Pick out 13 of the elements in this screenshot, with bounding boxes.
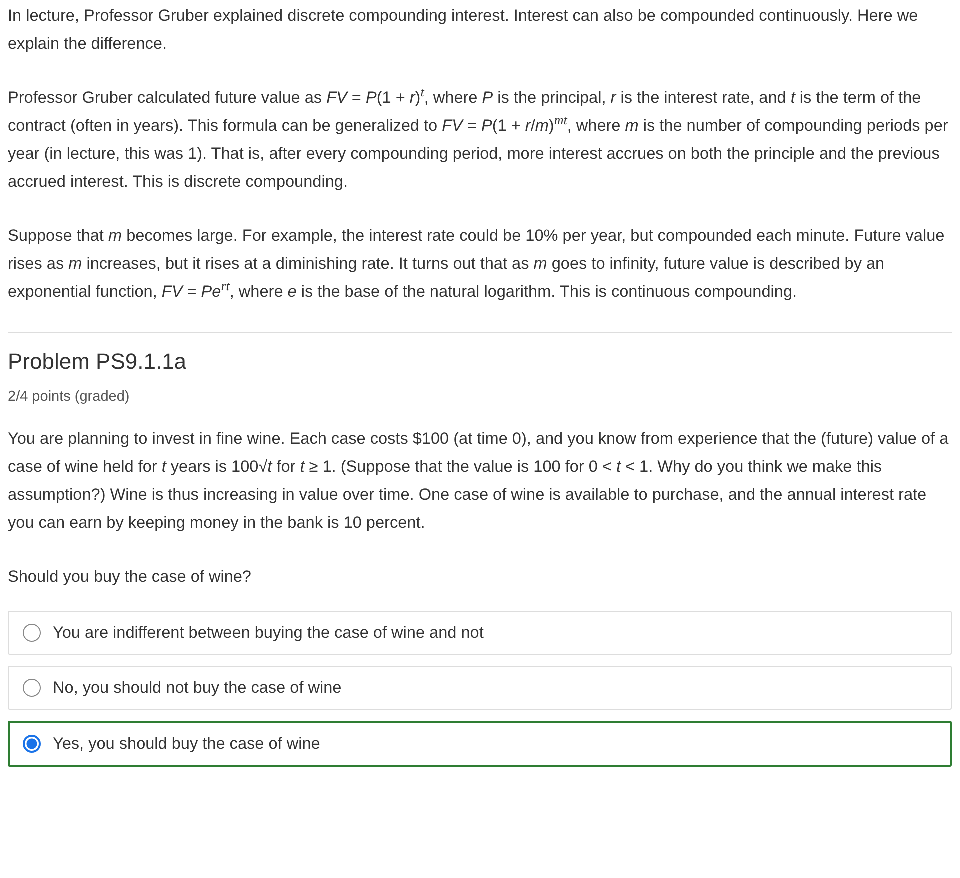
- radio-button[interactable]: [23, 735, 41, 753]
- answer-option[interactable]: You are indifferent between buying the case of wine and not: [8, 611, 952, 655]
- radio-button[interactable]: [23, 679, 41, 697]
- points-label: 2/4 points (graded): [8, 389, 131, 405]
- paragraph: Professor Gruber calculated future value as FV = P(1 + r)$^{t}$, where P is the principal, r is the interest rate, and t is the term of the contract (often in years). This formula can be generalized to FV = P(1 + r/m)$^{mt}$, where m is the number of compounding periods per year (in lecture, this was 1). That is, after every compounding period, more interest accrues on both the principle and the previous accrued interest. This is discrete compounding.: [8, 84, 950, 193]
- paragraph: Suppose that m becomes large. For example, the interest rate could be 10% per year, but compounded each minute. Future value rises as m increases, but it rises at a diminishing rate. It turns out that as m goes to infinity, future value is described by an exponential function, FV = Pe$^{rt}$, where e is the base of the natural logarithm. This is continuous compounding.: [8, 226, 946, 303]
- radio-button[interactable]: [23, 624, 41, 642]
- problem-title: Problem PS9.1.1a: [8, 349, 188, 375]
- paragraph: In lecture, Professor Gruber explained discrete compounding interest. Interest can also be compounded continuously. Here we explain the difference.: [8, 6, 920, 55]
- question-text: Should you buy the case of wine?: [8, 567, 252, 588]
- answer-option[interactable]: Yes, you should buy the case of wine: [8, 721, 952, 767]
- answer-option[interactable]: No, you should not buy the case of wine: [8, 666, 952, 710]
- problem-text: You are planning to invest in fine wine. Each case costs $100 (at time 0), and you know from experience that the (future) value of a case of wine held for t years is 100√t for t ≥ 1. (Suppose that the value is 100 for 0 < t < 1. Why do you think we make this assumption?) Wine is thus increasing in value over time. One case of wine is available to purchase, and the annual interest rate you can earn by keeping money in the bank is 10 percent.: [8, 429, 950, 534]
